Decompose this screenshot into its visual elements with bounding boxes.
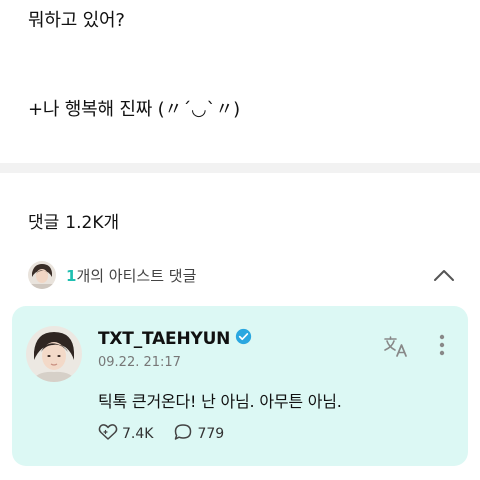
- comments-header-label: 댓글: [28, 213, 60, 233]
- artist-comment-card: TXT_TAEHYUN 09.22. 21:17 틱톡 큰거온다! 난 아님. …: [12, 306, 468, 466]
- verified-badge-icon: [235, 328, 252, 350]
- section-divider: [0, 163, 480, 173]
- reply-count: 779: [197, 426, 225, 442]
- comment-stats: 7.4K 779: [98, 423, 244, 445]
- artist-comments-label: 개의 아티스트 댓글: [76, 266, 197, 285]
- author-name[interactable]: TXT_TAEHYUN: [98, 329, 230, 349]
- heart-icon: [98, 423, 118, 445]
- artist-comments-toggle[interactable]: 1개의 아티스트 댓글: [28, 258, 458, 292]
- post-text-line-2: +나 행복해 진짜 (〃´◡`〃): [28, 99, 240, 120]
- author-avatar[interactable]: [26, 326, 82, 382]
- speech-bubble-icon: [173, 423, 193, 445]
- artist-comments-summary: 1개의 아티스트 댓글: [66, 265, 196, 286]
- like-count: 7.4K: [122, 426, 154, 442]
- reply-button[interactable]: 779: [173, 423, 224, 445]
- comments-count: 1.2K개: [65, 213, 120, 233]
- like-button[interactable]: 7.4K: [98, 423, 153, 445]
- author-name-row: TXT_TAEHYUN: [98, 328, 252, 350]
- comments-header: 댓글 1.2K개: [28, 208, 119, 233]
- artist-comments-count: 1: [66, 266, 77, 285]
- post-text-line-1: 뭐하고 있어?: [28, 10, 125, 31]
- comment-body: 틱톡 큰거온다! 난 아님. 아무튼 아님.: [98, 392, 342, 411]
- chevron-up-icon[interactable]: [430, 261, 458, 289]
- translate-icon[interactable]: [382, 332, 410, 360]
- more-vertical-icon[interactable]: [432, 330, 452, 360]
- comment-timestamp: 09.22. 21:17: [98, 355, 181, 370]
- artist-avatar-small: [28, 261, 56, 289]
